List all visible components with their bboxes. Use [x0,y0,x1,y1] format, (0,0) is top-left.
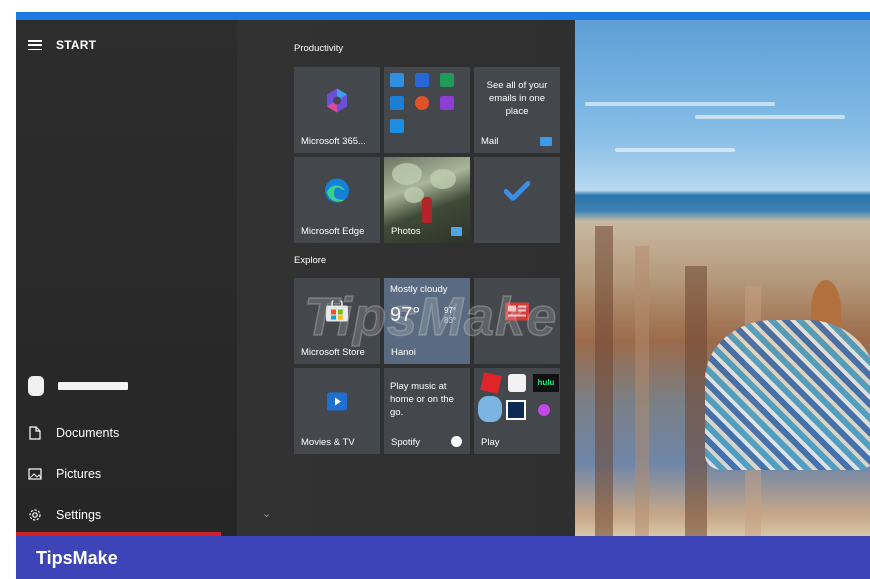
photoshop-icon [506,400,526,420]
document-icon [28,426,42,440]
powerpoint-icon [415,96,429,110]
weather-temperature: 97° [390,304,421,326]
tile-mail[interactable]: See all of your emails in one place Mail [474,67,560,153]
tile-mail-text: See all of your emails in one place [486,80,548,117]
tile-news[interactable] [474,278,560,364]
camera-app-icon [508,374,526,392]
start-left-pane: START Documents Pictures Settings [16,20,237,536]
tile-microsoft-365-label: Microsoft 365... [301,136,366,147]
excel-icon [440,73,454,87]
user-account[interactable] [28,376,128,396]
top-accent-bar [16,12,870,20]
tile-microsoft-edge-label: Microsoft Edge [301,226,365,237]
tile-microsoft-store[interactable]: Microsoft Store [294,278,380,364]
hulu-icon: hulu [533,374,559,392]
skype-icon [390,119,404,133]
checkmark-icon [503,181,531,206]
outlook-icon [390,73,404,87]
word-icon [415,73,429,87]
news-icon [504,302,530,327]
group-label-explore: Explore [294,255,327,266]
start-header: START [28,38,96,52]
tile-spotify[interactable]: Play music at home or on the go. Spotify [384,368,470,454]
tile-microsoft-edge[interactable]: Microsoft Edge [294,157,380,243]
spotify-icon [451,436,462,447]
roblox-icon [480,372,502,394]
hamburger-menu-icon[interactable] [28,40,42,50]
store-icon [325,297,349,328]
weather-location: Hanoi [391,347,416,358]
group-label-productivity: Productivity [294,43,344,54]
nav-documents[interactable]: Documents [28,426,119,440]
user-avatar [28,376,44,396]
tile-play[interactable]: hulu Play [474,368,560,454]
onenote-icon [440,96,454,110]
pictures-icon [28,467,42,481]
person-figure [422,197,432,223]
footer-brand: TipsMake [36,548,118,568]
weather-low: 83° [444,316,457,325]
gear-icon [28,508,42,522]
desktop-wallpaper [575,20,870,536]
tile-todo[interactable] [474,157,560,243]
footer-banner: TipsMake [16,536,870,579]
start-title: START [56,38,97,52]
edge-icon [323,177,351,210]
game-avatar-icon [478,396,502,422]
tile-mail-label: Mail [481,136,499,147]
tile-weather[interactable]: Mostly cloudy 97° 97° 83° Hanoi [384,278,470,364]
tile-play-label: Play [481,437,500,448]
weather-high: 97° [444,306,457,315]
nav-documents-label: Documents [56,426,120,440]
messenger-icon [538,404,550,416]
user-name-redacted [58,382,128,390]
tile-movies-tv-label: Movies & TV [301,437,355,448]
tile-office-apps[interactable] [384,67,470,153]
tile-spotify-label: Spotify [391,437,421,448]
nav-pictures-label: Pictures [56,467,102,481]
nav-pictures[interactable]: Pictures [28,467,101,481]
tile-microsoft-store-label: Microsoft Store [301,347,365,358]
start-menu: START Documents Pictures Settings ⌄ Prod… [16,20,575,536]
screen: START Documents Pictures Settings ⌄ Prod… [0,0,870,579]
movies-tv-icon [325,390,349,419]
chevron-down-icon[interactable]: ⌄ [262,507,271,520]
microsoft-365-icon [324,87,350,120]
nav-settings-label: Settings [56,508,102,522]
mail-icon [540,137,552,146]
tile-microsoft-365[interactable]: Microsoft 365... [294,67,380,153]
weather-condition: Mostly cloudy [390,284,448,295]
nav-settings[interactable]: Settings [28,508,101,522]
tile-movies-tv[interactable]: Movies & TV [294,368,380,454]
tile-spotify-text: Play music at home or on the go. [390,381,454,418]
tile-photos-label: Photos [391,226,421,237]
onedrive-icon [390,96,404,110]
tile-photos[interactable]: Photos [384,157,470,243]
photos-icon [451,227,462,236]
